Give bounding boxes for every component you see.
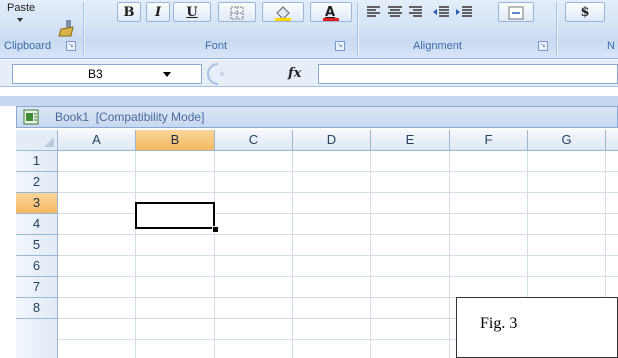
gridline-h bbox=[58, 171, 618, 172]
figure-label: Fig. 3 bbox=[480, 315, 518, 332]
row-header-4[interactable]: 4 bbox=[16, 214, 58, 235]
formula-bar-grip-icon[interactable] bbox=[204, 63, 232, 85]
fill-color-icon bbox=[275, 6, 291, 21]
column-header-d[interactable]: D bbox=[293, 130, 371, 151]
chevron-down-icon[interactable] bbox=[163, 72, 171, 77]
fill-handle[interactable] bbox=[212, 226, 219, 233]
alignment-dialog-launcher-icon[interactable]: ↘ bbox=[538, 41, 548, 51]
clipboard-group-label: Clipboard bbox=[4, 40, 52, 52]
workbook-title: Book1 [Compatibility Mode] bbox=[55, 110, 205, 124]
gridline-h bbox=[58, 255, 618, 256]
column-header-e[interactable]: E bbox=[371, 130, 450, 151]
merge-center-icon bbox=[508, 6, 524, 20]
workbook-area bbox=[0, 96, 618, 106]
workbook-title-bar[interactable]: Book1 [Compatibility Mode] bbox=[16, 106, 618, 128]
paste-brush-icon[interactable] bbox=[56, 18, 78, 38]
column-header-c[interactable]: C bbox=[215, 130, 293, 151]
underline-button[interactable]: U bbox=[173, 2, 211, 22]
number-group-label: N bbox=[607, 40, 615, 52]
fill-color-button[interactable] bbox=[262, 2, 304, 22]
name-box-value: B3 bbox=[88, 67, 103, 81]
row-header-8[interactable]: 8 bbox=[16, 298, 58, 319]
row-header-6[interactable]: 6 bbox=[16, 256, 58, 277]
row-header-3[interactable]: 3 bbox=[16, 193, 58, 214]
column-header-b[interactable]: B bbox=[136, 130, 215, 151]
column-header-a[interactable]: A bbox=[58, 130, 136, 151]
column-header-f[interactable]: F bbox=[450, 130, 528, 151]
row-header-partial[interactable] bbox=[16, 319, 58, 358]
gridline-h bbox=[58, 192, 618, 193]
clipboard-dialog-launcher-icon[interactable]: ↘ bbox=[66, 41, 76, 51]
ribbon: Paste B I U A Font ↘ Clipboard ↘ Alignme… bbox=[0, 0, 618, 59]
font-dialog-launcher-icon[interactable]: ↘ bbox=[335, 41, 345, 51]
alignment-group-label: Alignment bbox=[413, 40, 462, 52]
decrease-indent-icon[interactable] bbox=[432, 4, 450, 20]
excel-workbook-icon bbox=[23, 109, 39, 125]
merge-center-button[interactable] bbox=[498, 2, 534, 22]
row-header-2[interactable]: 2 bbox=[16, 172, 58, 193]
borders-icon bbox=[230, 6, 244, 20]
select-all-triangle-icon bbox=[44, 137, 54, 147]
active-cell-b3[interactable] bbox=[135, 202, 215, 229]
row-header-5[interactable]: 5 bbox=[16, 235, 58, 256]
formula-input[interactable] bbox=[318, 64, 618, 84]
gridline-h bbox=[58, 276, 618, 277]
paste-label[interactable]: Paste bbox=[7, 2, 35, 14]
borders-button[interactable] bbox=[218, 2, 256, 22]
row-header-1[interactable]: 1 bbox=[16, 151, 58, 172]
currency-button[interactable]: $ bbox=[565, 2, 605, 22]
paste-dropdown-icon[interactable] bbox=[17, 18, 23, 22]
bold-button[interactable]: B bbox=[117, 2, 141, 22]
row-header-7[interactable]: 7 bbox=[16, 277, 58, 298]
svg-text:A: A bbox=[325, 5, 335, 20]
currency-label: $ bbox=[580, 5, 590, 20]
font-color-button[interactable]: A bbox=[310, 2, 352, 22]
align-left-icon[interactable] bbox=[366, 4, 382, 20]
font-group-label: Font bbox=[205, 40, 228, 52]
align-center-icon[interactable] bbox=[387, 4, 403, 20]
align-right-icon[interactable] bbox=[407, 4, 423, 20]
column-header-g[interactable]: G bbox=[528, 130, 606, 151]
font-color-icon: A bbox=[323, 5, 339, 21]
column-header-partial[interactable] bbox=[606, 130, 618, 151]
italic-button[interactable]: I bbox=[146, 2, 170, 22]
gridline-h bbox=[58, 234, 618, 235]
increase-indent-icon[interactable] bbox=[455, 4, 473, 20]
select-all-button[interactable] bbox=[16, 130, 58, 151]
insert-function-icon[interactable]: fx bbox=[288, 66, 301, 81]
name-box[interactable]: B3 bbox=[12, 64, 202, 84]
